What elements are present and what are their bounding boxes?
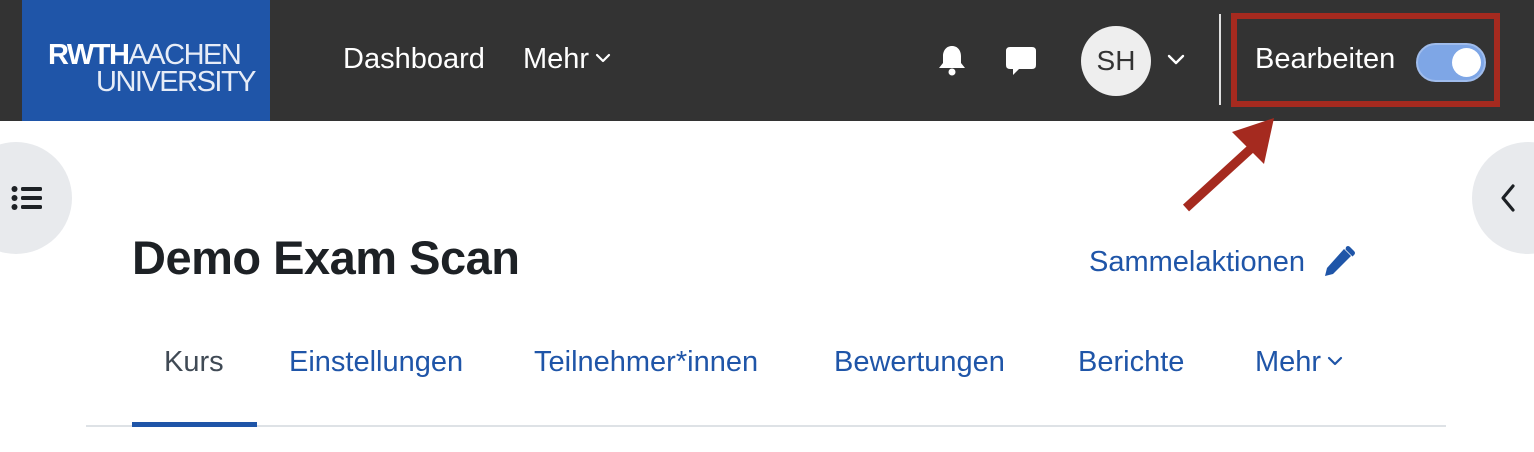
bell-icon[interactable] bbox=[937, 44, 967, 76]
nav-more-label: Mehr bbox=[523, 43, 590, 75]
secondary-navigation: Kurs Einstellungen Teilnehmer*innen Bewe… bbox=[0, 346, 1534, 426]
tab-teilnehmer[interactable]: Teilnehmer*innen bbox=[534, 346, 758, 379]
navbar-divider bbox=[1219, 14, 1221, 105]
block-drawer-toggle[interactable] bbox=[1472, 142, 1534, 254]
tab-berichte[interactable]: Berichte bbox=[1078, 346, 1184, 379]
pencil-icon[interactable] bbox=[1322, 246, 1356, 278]
course-index-toggle[interactable] bbox=[0, 142, 72, 254]
nav-more-menu[interactable]: Mehr bbox=[523, 43, 611, 76]
university-logo[interactable]: RWTHAACHEN UNIVERSITY bbox=[22, 0, 270, 121]
tab-mehr-label: Mehr bbox=[1255, 346, 1322, 378]
chat-icon[interactable] bbox=[1005, 45, 1037, 77]
logo-text: RWTHAACHEN UNIVERSITY bbox=[48, 39, 257, 98]
tab-bewertungen[interactable]: Bewertungen bbox=[834, 346, 1005, 379]
tabs-border bbox=[86, 425, 1446, 427]
nav-dashboard-link[interactable]: Dashboard bbox=[343, 43, 485, 76]
chevron-down-icon bbox=[1327, 357, 1343, 366]
annotation-highlight-box bbox=[1231, 13, 1500, 107]
tab-kurs[interactable]: Kurs bbox=[164, 346, 224, 379]
chevron-down-icon[interactable] bbox=[1167, 54, 1185, 66]
chevron-left-icon bbox=[1501, 184, 1515, 212]
bulk-actions-link[interactable]: Sammelaktionen bbox=[1089, 246, 1305, 279]
list-icon bbox=[11, 186, 42, 210]
tab-mehr[interactable]: Mehr bbox=[1255, 346, 1343, 379]
active-tab-indicator bbox=[132, 422, 257, 427]
tab-einstellungen[interactable]: Einstellungen bbox=[289, 346, 463, 379]
page-title: Demo Exam Scan bbox=[132, 231, 520, 284]
user-avatar[interactable]: SH bbox=[1081, 26, 1151, 96]
annotation-arrow bbox=[1182, 118, 1274, 212]
chevron-down-icon bbox=[595, 54, 611, 63]
